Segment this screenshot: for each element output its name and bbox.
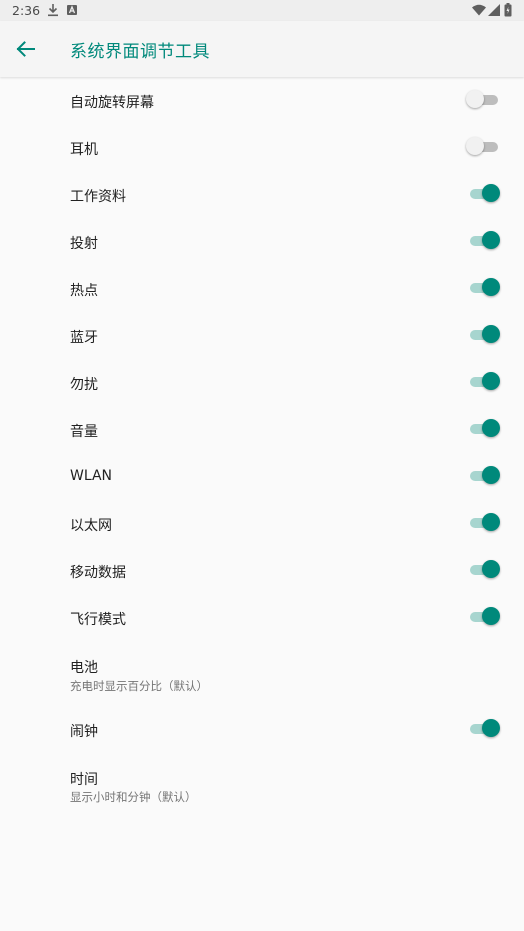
toggle-switch[interactable] — [466, 137, 500, 157]
setting-row-hotspot[interactable]: 热点 — [0, 265, 524, 312]
switch-thumb — [482, 184, 500, 202]
setting-label: WLAN — [70, 468, 113, 484]
status-bar: 2:36 — [0, 0, 524, 21]
setting-row-ethernet[interactable]: 以太网 — [0, 500, 524, 547]
setting-label: 蓝牙 — [70, 330, 98, 346]
signal-icon — [488, 4, 500, 16]
toggle-switch[interactable] — [470, 278, 500, 298]
setting-label: 耳机 — [70, 142, 98, 158]
toggle-switch[interactable] — [470, 372, 500, 392]
setting-row-dnd[interactable]: 勿扰 — [0, 359, 524, 406]
setting-row-alarm[interactable]: 闹钟 — [0, 704, 524, 756]
toggle-switch[interactable] — [470, 466, 500, 486]
toggle-switch[interactable] — [470, 231, 500, 251]
toggle-switch[interactable] — [470, 607, 500, 627]
switch-thumb — [466, 137, 484, 155]
switch-thumb — [482, 372, 500, 390]
setting-label: 以太网 — [70, 518, 112, 534]
setting-label: 热点 — [70, 283, 98, 299]
setting-row-battery[interactable]: 电池 充电时显示百分比（默认） — [0, 641, 524, 704]
switch-thumb — [482, 325, 500, 343]
toggle-switch[interactable] — [470, 419, 500, 439]
a-badge-icon — [67, 5, 77, 15]
setting-label: 移动数据 — [70, 565, 126, 581]
setting-label: 工作资料 — [70, 189, 126, 205]
setting-label: 自动旋转屏幕 — [70, 95, 154, 111]
toggle-switch[interactable] — [470, 184, 500, 204]
switch-thumb — [482, 560, 500, 578]
setting-row-cast[interactable]: 投射 — [0, 218, 524, 265]
switch-thumb — [466, 90, 484, 108]
setting-label: 音量 — [70, 424, 98, 440]
setting-subtitle: 显示小时和分钟（默认） — [70, 790, 197, 804]
toggle-switch[interactable] — [470, 513, 500, 533]
switch-thumb — [482, 607, 500, 625]
switch-thumb — [482, 719, 500, 737]
setting-row-mobile-data[interactable]: 移动数据 — [0, 547, 524, 594]
switch-thumb — [482, 231, 500, 249]
setting-row-work-profile[interactable]: 工作资料 — [0, 171, 524, 218]
wifi-icon — [472, 4, 486, 16]
switch-thumb — [482, 419, 500, 437]
setting-row-volume[interactable]: 音量 — [0, 406, 524, 453]
switch-thumb — [482, 278, 500, 296]
setting-subtitle: 充电时显示百分比（默认） — [70, 679, 208, 693]
setting-row-headset[interactable]: 耳机 — [0, 124, 524, 171]
status-time: 2:36 — [12, 3, 41, 18]
setting-label: 电池 — [70, 660, 98, 676]
setting-row-auto-rotate[interactable]: 自动旋转屏幕 — [0, 77, 524, 124]
setting-label: 投射 — [70, 236, 98, 252]
switch-thumb — [482, 466, 500, 484]
setting-row-bluetooth[interactable]: 蓝牙 — [0, 312, 524, 359]
battery-icon — [504, 3, 512, 17]
toggle-switch[interactable] — [470, 560, 500, 580]
setting-label: 闹钟 — [70, 724, 98, 740]
toggle-switch[interactable] — [470, 719, 500, 739]
toggle-switch[interactable] — [466, 90, 500, 110]
switch-thumb — [482, 513, 500, 531]
setting-row-time[interactable]: 时间 显示小时和分钟（默认） — [0, 756, 524, 819]
download-icon — [48, 4, 58, 17]
page-title: 系统界面调节工具 — [70, 42, 210, 62]
arrow-back-icon[interactable] — [10, 33, 42, 65]
setting-label: 勿扰 — [70, 377, 98, 393]
setting-row-wlan[interactable]: WLAN — [0, 453, 524, 500]
setting-label: 时间 — [70, 772, 98, 788]
toggle-switch[interactable] — [470, 325, 500, 345]
app-bar: 系统界面调节工具 — [0, 21, 524, 77]
setting-row-airplane-mode[interactable]: 飞行模式 — [0, 594, 524, 641]
setting-label: 飞行模式 — [70, 612, 126, 628]
